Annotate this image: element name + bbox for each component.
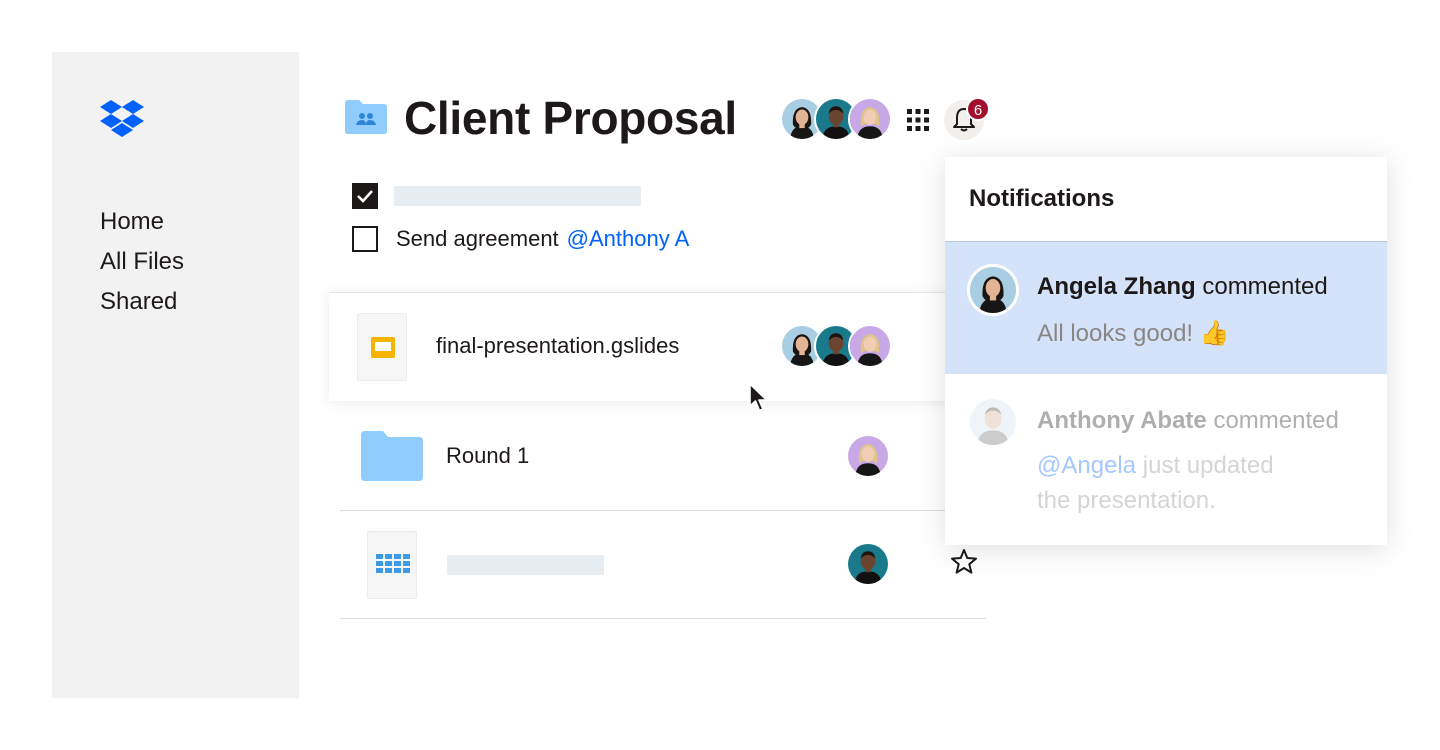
row-divider xyxy=(340,618,986,619)
avatar[interactable] xyxy=(848,97,892,141)
task-label: Send agreement xyxy=(396,226,559,251)
avatar xyxy=(848,324,892,368)
avatar xyxy=(846,542,890,586)
task-checkbox-checked[interactable] xyxy=(352,183,378,209)
folder-name[interactable]: Round 1 xyxy=(446,443,529,469)
row-divider xyxy=(340,510,986,511)
task-item: Send agreement @Anthony A xyxy=(396,226,689,252)
message-line: just updated xyxy=(1142,452,1274,479)
sidebar-item-home[interactable]: Home xyxy=(100,202,184,242)
spreadsheet-icon xyxy=(367,531,417,599)
notification-item[interactable]: Angela Zhang commented All looks good! 👍 xyxy=(945,242,1387,374)
grid-icon[interactable] xyxy=(906,108,930,132)
notification-message: @Angela just updated the presentation. xyxy=(1037,448,1274,518)
avatar xyxy=(967,264,1019,316)
notification-author: Anthony Abate xyxy=(1037,407,1207,434)
message-line: the presentation. xyxy=(1037,487,1216,514)
notifications-title: Notifications xyxy=(969,185,1115,212)
mention-link[interactable]: @Anthony A xyxy=(567,226,690,251)
mention-link[interactable]: @Angela xyxy=(1037,452,1136,479)
page-title: Client Proposal xyxy=(404,92,737,144)
avatar xyxy=(846,434,890,478)
sidebar: Home All Files Shared xyxy=(52,52,299,698)
notification-headline: Anthony Abate commented xyxy=(1037,406,1339,436)
sidebar-nav: Home All Files Shared xyxy=(100,202,184,322)
notification-action: commented xyxy=(1213,407,1339,434)
dropbox-logo[interactable] xyxy=(100,100,144,138)
notification-item[interactable]: Anthony Abate commented @Angela just upd… xyxy=(945,374,1387,545)
star-icon[interactable] xyxy=(950,548,978,575)
notification-action: commented xyxy=(1202,273,1328,300)
sidebar-item-shared[interactable]: Shared xyxy=(100,282,184,322)
notification-count-badge: 6 xyxy=(966,97,990,121)
notification-author: Angela Zhang xyxy=(1037,273,1196,300)
folder-icon xyxy=(361,431,423,481)
notifications-panel: Notifications Angela Zhang commented All… xyxy=(945,157,1387,545)
slides-icon xyxy=(357,313,407,381)
notification-message: All looks good! 👍 xyxy=(1037,320,1230,347)
task-placeholder xyxy=(394,186,641,206)
file-name-placeholder xyxy=(447,555,604,575)
file-name[interactable]: final-presentation.gslides xyxy=(436,333,679,359)
avatar xyxy=(967,396,1019,448)
mouse-cursor-icon xyxy=(749,383,768,412)
check-icon xyxy=(357,190,373,203)
task-checkbox[interactable] xyxy=(352,226,378,252)
shared-folder-icon xyxy=(345,100,387,134)
notification-headline: Angela Zhang commented xyxy=(1037,272,1328,302)
sidebar-item-all-files[interactable]: All Files xyxy=(100,242,184,282)
